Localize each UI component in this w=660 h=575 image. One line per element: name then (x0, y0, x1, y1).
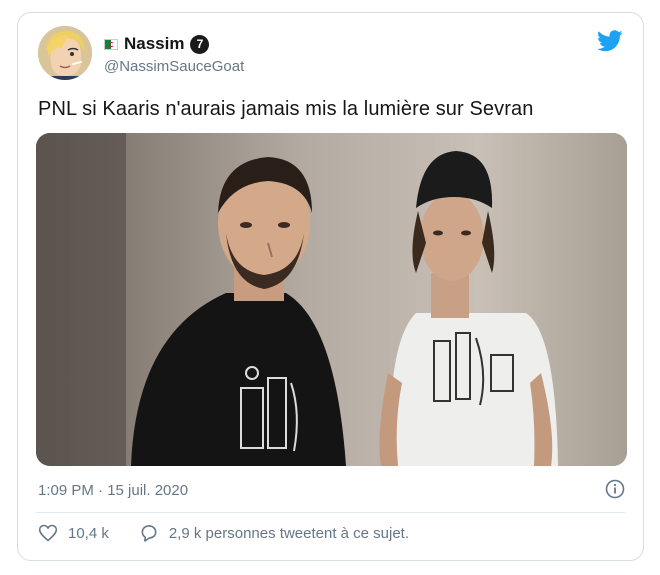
tweet-actions: 10,4 k 2,9 k personnes tweetent à ce suj… (38, 523, 409, 543)
tweet-photo[interactable] (36, 133, 627, 466)
tweet-header: Nassim 7 @NassimSauceGoat (38, 26, 623, 82)
author-name-row: Nassim 7 (104, 34, 210, 54)
author-handle[interactable]: @NassimSauceGoat (104, 58, 244, 75)
tweet-text: PNL si Kaaris n'aurais jamais mis la lum… (38, 98, 534, 120)
algeria-flag-icon (104, 38, 118, 50)
like-button[interactable]: 10,4 k (38, 523, 109, 543)
heart-icon (38, 524, 58, 542)
speech-bubble-icon (141, 525, 157, 542)
reply-button[interactable]: 2,9 k personnes tweetent à ce sujet. (139, 523, 409, 543)
twitter-bird-icon[interactable] (597, 30, 623, 52)
divider (36, 512, 625, 513)
avatar[interactable] (38, 26, 92, 80)
number-badge-icon: 7 (190, 34, 210, 54)
reply-summary: 2,9 k personnes tweetent à ce sujet. (168, 524, 410, 542)
tweet-card: Nassim 7 @NassimSauceGoat PNL si Kaaris … (17, 12, 644, 561)
tweet-timestamp[interactable]: 1:09 PM · 15 juil. 2020 (38, 482, 188, 499)
author-display-name[interactable]: Nassim (124, 34, 184, 54)
like-count: 10,4 k (68, 524, 109, 542)
info-icon[interactable] (605, 479, 625, 499)
